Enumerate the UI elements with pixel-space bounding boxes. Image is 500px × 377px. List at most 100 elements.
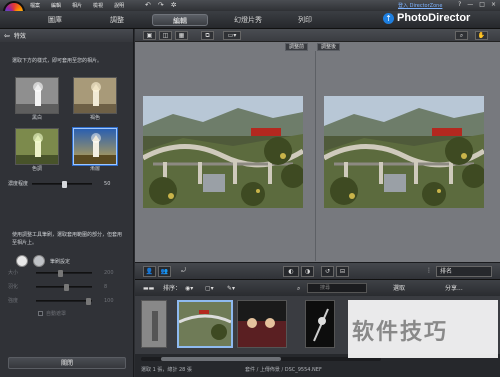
quick-actions: ↶ ↷ ✲	[145, 1, 177, 9]
sort-select-icon[interactable]: ◉▾	[185, 283, 193, 294]
auto-mask-checkbox[interactable]	[38, 311, 43, 316]
effects-panel: ⇦ 特效 選取下方的樣式，即可套用至您的相片。 黑白 褐色 色調 漸層 濃度程度…	[0, 29, 134, 377]
browser-toolbar: ▬▬ 排序： ◉▾ ▢▾ ✎▾ 搜尋 ⌕ 選取 分享...	[135, 279, 500, 296]
effects-hint: 選取下方的樣式，即可套用至您的相片。	[12, 58, 103, 64]
brush-strength-thumb[interactable]	[86, 297, 92, 305]
filmstrip-thumbnail[interactable]	[141, 300, 167, 348]
sort-label: 排序：	[163, 285, 182, 292]
rotate-icon[interactable]: ⤾	[177, 266, 190, 277]
brush-strength-slider[interactable]	[36, 297, 92, 305]
directorzone-link[interactable]: 登入 DirectorZone	[398, 2, 442, 9]
brush-feather-label: 羽化	[8, 284, 19, 290]
brush-settings-label: 筆刷設定	[50, 258, 71, 265]
monitor-icon[interactable]: ▭▾	[223, 31, 241, 40]
undo-icon[interactable]: ↶	[145, 1, 151, 9]
effect-label: 色調	[31, 166, 42, 172]
rotate-left-icon[interactable]: ↺	[321, 266, 334, 277]
effect-preset-bw[interactable]: 黑白	[15, 77, 59, 122]
file-path: 套件 / 上傳佈景 / DSC_9554.NEF	[245, 367, 322, 373]
brush-description: 使用調整工具筆刷，選取套用範圍的部分，但套用至相片上。	[12, 232, 123, 246]
filter-icon[interactable]: ▢▾	[205, 283, 214, 294]
effect-preset-sepia[interactable]: 褐色	[73, 77, 117, 122]
people-icon[interactable]: 👥	[158, 266, 171, 277]
filmstrip-thumbnail-selected[interactable]	[177, 300, 233, 348]
menu-file[interactable]: 檔案	[30, 2, 40, 9]
tab-adjust[interactable]: 調整	[100, 14, 134, 26]
select-button[interactable]: 選取	[393, 283, 405, 294]
brush-strength-value: 100	[104, 297, 114, 304]
close-panel-button[interactable]: 關閉	[8, 357, 126, 369]
filmstrip-scrollbar[interactable]	[141, 357, 381, 361]
minimize-button[interactable]: —	[467, 1, 473, 8]
fullscreen-icon[interactable]: ⧉	[201, 31, 214, 40]
panel-header: ⇦ 特效	[0, 29, 133, 42]
effect-preset-gradient[interactable]: 漸層	[73, 128, 117, 173]
person-icon[interactable]: 👤	[143, 266, 156, 277]
tab-edit[interactable]: 編輯	[152, 14, 208, 26]
settings-gear-icon[interactable]: ✲	[171, 1, 177, 9]
search-icon[interactable]: ⌕	[297, 283, 300, 294]
strength-value: 50	[104, 180, 111, 187]
main-menu: 檔案 編輯 相片 檢視 說明	[30, 2, 124, 9]
flag-icon[interactable]: ◐	[283, 266, 299, 277]
auto-mask-option[interactable]: 自動遮罩	[38, 310, 66, 317]
upload-arrow-icon: ↑	[383, 12, 394, 24]
single-view-icon[interactable]: ▣	[143, 31, 156, 40]
order-select[interactable]: 排名	[436, 266, 492, 277]
tab-library[interactable]: 圖庫	[38, 14, 72, 26]
effect-thumbnail	[15, 77, 59, 114]
brush-feather-thumb[interactable]	[64, 283, 69, 291]
brush-size-value: 200	[104, 269, 114, 276]
filmstrip-thumbnail[interactable]	[237, 300, 287, 348]
before-label: 調整前	[285, 43, 309, 51]
window-controls: ? — □ ×	[458, 1, 496, 8]
delete-icon[interactable]: ⊟	[336, 266, 349, 277]
back-arrow-icon[interactable]: ⇦	[4, 32, 10, 40]
search-placeholder: 搜尋	[320, 285, 331, 291]
reject-icon[interactable]: ◑	[301, 266, 314, 277]
watermark-text: 软件技巧	[352, 320, 449, 345]
menu-photo[interactable]: 相片	[72, 2, 82, 9]
brush-size-row: 大小 200	[8, 269, 114, 277]
effect-thumbnail	[15, 128, 59, 165]
effect-thumbnail	[73, 128, 117, 165]
brush-add-icon[interactable]	[16, 255, 28, 267]
pan-hand-icon[interactable]: ✋	[475, 31, 488, 40]
filmstrip-thumbnail[interactable]	[305, 300, 335, 348]
before-photo	[143, 96, 303, 208]
brush-size-label: 大小	[8, 270, 19, 276]
strength-slider[interactable]	[32, 180, 93, 188]
strength-slider-row: 濃度程度 50	[8, 180, 111, 188]
brush-tools: 筆刷設定	[16, 255, 70, 267]
collapse-icon[interactable]: ▬▬	[143, 283, 154, 294]
brush-size-slider[interactable]	[36, 269, 92, 277]
menu-help[interactable]: 說明	[114, 2, 124, 9]
search-input[interactable]: 搜尋	[307, 283, 367, 293]
share-button[interactable]: 分享...	[445, 283, 463, 294]
after-label: 調整後	[317, 43, 341, 51]
effect-preset-tint[interactable]: 色調	[15, 128, 59, 173]
zoom-search-icon[interactable]: ⌕	[455, 31, 468, 40]
strength-label: 濃度程度	[8, 181, 29, 187]
pen-icon[interactable]: ✎▾	[227, 283, 235, 294]
strength-slider-thumb[interactable]	[62, 180, 68, 188]
effect-presets: 黑白 褐色 色調 漸層	[15, 77, 117, 173]
tab-print[interactable]: 列印	[288, 14, 322, 26]
brush-feather-slider[interactable]	[36, 283, 92, 291]
menu-edit[interactable]: 編輯	[51, 2, 61, 9]
close-window-button[interactable]: ×	[491, 1, 496, 8]
maximize-button[interactable]: □	[479, 1, 485, 8]
scrollbar-thumb[interactable]	[161, 357, 281, 361]
effect-label: 漸層	[89, 166, 100, 172]
tab-slideshow[interactable]: 幻燈片秀	[220, 14, 276, 26]
brush-erase-icon[interactable]	[33, 255, 45, 267]
photo-viewer: ▣ ◫ ▦ ⧉ ▭▾ ⌕ ✋ 調整前 調整後	[135, 29, 500, 262]
grid-view-icon[interactable]: ▦	[175, 31, 188, 40]
order-label-icon: ⋮	[426, 267, 432, 274]
redo-icon[interactable]: ↷	[158, 1, 164, 9]
help-button[interactable]: ?	[458, 1, 461, 8]
compare-view-icon[interactable]: ◫	[159, 31, 172, 40]
menu-view[interactable]: 檢視	[93, 2, 103, 9]
panel-title: 特效	[13, 33, 26, 40]
brush-size-thumb[interactable]	[58, 269, 64, 277]
